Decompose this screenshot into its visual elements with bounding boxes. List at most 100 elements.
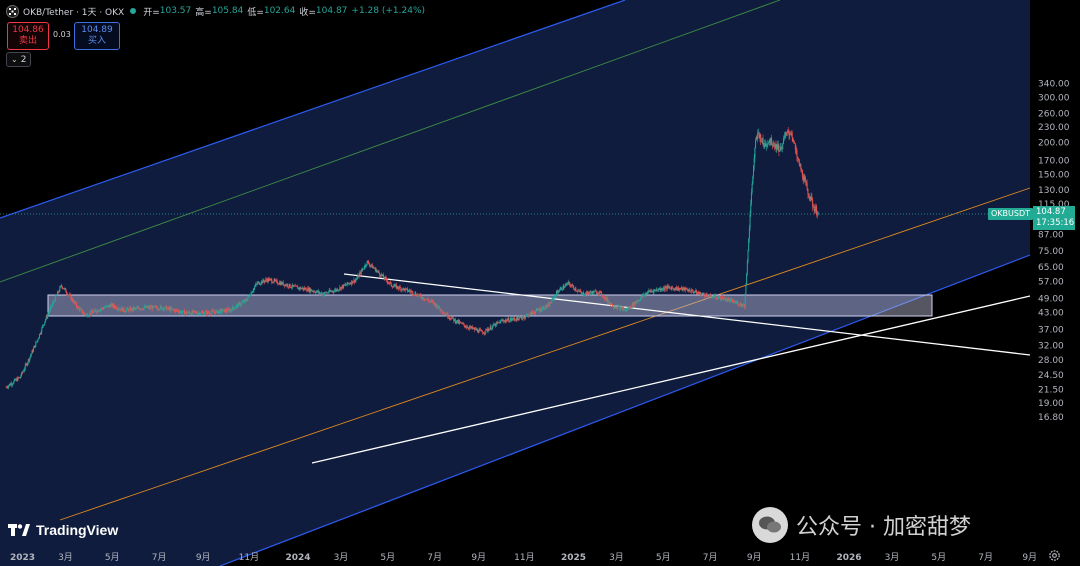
candle-body (658, 289, 660, 291)
candle-body (29, 357, 31, 361)
candle-body (553, 296, 555, 300)
candle-body (749, 213, 751, 229)
candle-body (541, 310, 543, 311)
x-axis-tick: 2025 (561, 553, 586, 563)
tradingview-logo[interactable]: TradingView (8, 522, 118, 538)
candle-body (590, 291, 592, 293)
candle-body (33, 348, 35, 352)
candle-body (235, 305, 237, 308)
candle-body (491, 328, 493, 330)
candle-body (409, 290, 411, 292)
candle-body (807, 189, 809, 195)
candle-body (100, 308, 102, 310)
candle-body (782, 143, 784, 149)
x-axis-tick: 9月 (196, 552, 211, 563)
candle-body (30, 355, 32, 358)
candle-body (209, 312, 211, 314)
candle-body (463, 323, 465, 326)
candle-body (264, 280, 266, 283)
candle-body (305, 288, 307, 291)
candle-body (196, 312, 198, 314)
price-chart[interactable]: 340.00 300.00 260.00 230.00 200.00 170.00 150.… (0, 0, 1080, 566)
candle-body (95, 310, 97, 312)
candle-body (143, 307, 145, 310)
candle-body (809, 196, 811, 200)
candle-body (287, 284, 289, 287)
buy-button[interactable]: 104.89 买入 (74, 22, 120, 50)
candle-body (65, 288, 67, 293)
candle-body (689, 289, 691, 292)
candle-body (808, 194, 810, 197)
candle-body (41, 327, 43, 333)
candle-body (601, 295, 603, 297)
candle-body (22, 371, 24, 373)
candle-body (561, 287, 563, 290)
sell-price: 104.86 (12, 25, 44, 35)
candle-body (467, 327, 469, 329)
candle-body (444, 313, 446, 315)
candle-body (676, 289, 678, 291)
candle-body (587, 291, 589, 293)
candle-body (647, 291, 649, 294)
candle-body (54, 301, 56, 303)
candle-body (44, 321, 46, 325)
candle-body (127, 308, 129, 310)
candle-body (240, 302, 242, 305)
watermark-text: 公众号 · 加密甜梦 (796, 515, 971, 540)
candle-body (528, 315, 530, 317)
candle-body (817, 211, 819, 215)
x-axis[interactable]: 2023 3月 5月 7月 9月 11月 2024 3月 5月 7月 9月 11月 2025 3月 5月 7月… (10, 552, 1037, 563)
candle-body (791, 132, 793, 138)
candle-body (520, 317, 522, 319)
candle-body (37, 339, 39, 341)
candle-body (662, 289, 664, 291)
last-price-value: 104.87 (1036, 207, 1066, 217)
candle-body (355, 279, 357, 281)
candle-body (753, 157, 755, 167)
candle-body (399, 286, 401, 288)
candle-body (702, 292, 704, 295)
candle-body (778, 144, 780, 152)
symbol-title[interactable]: OKB/Tether · 1天 · OKX (23, 5, 124, 18)
candle-body (639, 300, 641, 301)
candle-body (672, 287, 674, 289)
candle-body (773, 144, 775, 146)
candle-body (217, 311, 219, 314)
y-axis-tick: 16.80 (1038, 413, 1064, 423)
wechat-icon (752, 507, 788, 543)
candle-body (754, 147, 756, 158)
y-axis-tick: 43.00 (1038, 309, 1064, 319)
candle-body (166, 308, 168, 311)
candle-body (38, 337, 40, 340)
candle-body (222, 311, 224, 313)
sell-button[interactable]: 104.86 卖出 (7, 22, 49, 50)
candle-body (718, 297, 720, 299)
candle-body (786, 131, 788, 133)
candle-body (85, 315, 87, 316)
indicators-toggle-button[interactable]: ⌄ 2 (6, 52, 32, 67)
candle-body (481, 330, 483, 333)
candle-body (8, 385, 10, 388)
candle-body (42, 325, 44, 328)
candle-body (779, 150, 781, 152)
x-axis-tick: 3月 (885, 552, 900, 563)
candle-body (78, 306, 80, 308)
candle-body (258, 281, 260, 285)
countdown-value: 17:35:16 (1036, 218, 1075, 228)
y-axis[interactable]: 340.00 300.00 260.00 230.00 200.00 170.00 150.… (1038, 80, 1070, 423)
candle-body (215, 310, 217, 314)
close-label: 收= (299, 7, 316, 18)
gear-icon[interactable] (1048, 549, 1061, 562)
candle-body (200, 313, 201, 315)
candle-body (517, 316, 519, 319)
candle-body (49, 308, 51, 312)
candle-body (572, 284, 574, 287)
candle-body (477, 329, 479, 332)
candle-body (570, 285, 572, 287)
candle-body (611, 303, 613, 307)
y-axis-tick: 57.00 (1038, 278, 1064, 288)
y-axis-tick: 37.00 (1038, 325, 1064, 335)
candle-body (368, 263, 370, 266)
candle-body (447, 313, 449, 318)
candle-body (289, 283, 291, 288)
